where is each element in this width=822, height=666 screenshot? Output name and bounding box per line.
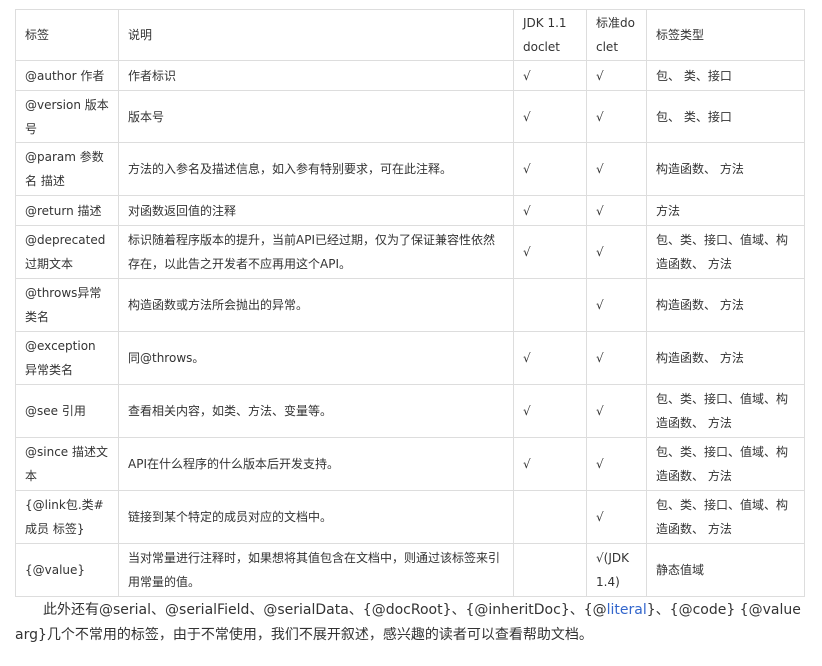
cell-jdk11: √: [513, 60, 587, 91]
header-cell-description: 说明: [118, 9, 514, 61]
cell-tag-type: 方法: [646, 195, 805, 226]
cell-tag: @deprecated 过期文本: [15, 225, 119, 279]
table-row: @since 描述文本 API在什么程序的什么版本后开发支持。 √ √ 包、类、接口、值…: [15, 437, 805, 491]
cell-description: 对函数返回值的注释: [118, 195, 514, 226]
cell-jdk11: √: [513, 142, 587, 196]
literal-link[interactable]: literal: [607, 602, 647, 618]
cell-standard: √: [586, 195, 647, 226]
cell-standard: √: [586, 142, 647, 196]
table-body: 标签 说明 JDK 1.1 doclet 标准doclet 标签类型 @author 作者…: [15, 9, 805, 597]
cell-jdk11: [513, 490, 587, 544]
table-row: @deprecated 过期文本 标识随着程序版本的提升，当前API已经过期，仅为…: [15, 225, 805, 279]
cell-tag: @since 描述文本: [15, 437, 119, 491]
cell-tag: @param 参数名 描述: [15, 142, 119, 196]
cell-description: 当对常量进行注释时，如果想将其值包含在文档中，则通过该标签来引用常量的值。: [118, 543, 514, 597]
table-row: {@value} 当对常量进行注释时，如果想将其值包含在文档中，则通过该标签来引用…: [15, 543, 805, 597]
cell-tag-type: 包、类、接口、值域、构造函数、 方法: [646, 490, 805, 544]
cell-description: 作者标识: [118, 60, 514, 91]
table-row: @version 版本号 版本号 √ √ 包、 类、接口: [15, 90, 805, 143]
footnote-paragraph: 此外还有@serial、@serialField、@serialData、{@d…: [15, 598, 805, 648]
cell-tag-type: 构造函数、 方法: [646, 142, 805, 196]
cell-tag: {@link包.类#成员 标签}: [15, 490, 119, 544]
cell-jdk11: [513, 543, 587, 597]
cell-jdk11: √: [513, 437, 587, 491]
cell-jdk11: √: [513, 384, 587, 438]
table-row: @author 作者 作者标识 √ √ 包、 类、接口: [15, 60, 805, 91]
table-row: {@link包.类#成员 标签} 链接到某个特定的成员对应的文档中。 √ 包、类、接口…: [15, 490, 805, 544]
cell-tag-type: 包、 类、接口: [646, 90, 805, 143]
cell-tag-type: 包、类、接口、值域、构造函数、 方法: [646, 225, 805, 279]
cell-tag: @return 描述: [15, 195, 119, 226]
table-row: @throws异常类名 构造函数或方法所会抛出的异常。 √ 构造函数、 方法: [15, 278, 805, 332]
cell-tag-type: 包、类、接口、值域、构造函数、 方法: [646, 384, 805, 438]
table-header-row: 标签 说明 JDK 1.1 doclet 标准doclet 标签类型: [15, 9, 805, 61]
cell-standard: √: [586, 278, 647, 332]
table-row: @see 引用 查看相关内容，如类、方法、变量等。 √ √ 包、类、接口、值域、构造函数…: [15, 384, 805, 438]
cell-tag: @author 作者: [15, 60, 119, 91]
cell-tag-type: 包、 类、接口: [646, 60, 805, 91]
cell-description: 同@throws。: [118, 331, 514, 385]
cell-description: 方法的入参名及描述信息，如入参有特别要求，可在此注释。: [118, 142, 514, 196]
cell-tag-type: 构造函数、 方法: [646, 331, 805, 385]
header-cell-tag-type: 标签类型: [646, 9, 805, 61]
cell-jdk11: √: [513, 195, 587, 226]
cell-tag: @exception 异常类名: [15, 331, 119, 385]
cell-standard: √: [586, 490, 647, 544]
header-cell-standard: 标准doclet: [586, 9, 647, 61]
table-row: @param 参数名 描述 方法的入参名及描述信息，如入参有特别要求，可在此注释。…: [15, 142, 805, 196]
paragraph-text-start: 此外还有@serial、@serialField、@serialData、{@d…: [43, 602, 607, 618]
cell-standard: √: [586, 225, 647, 279]
cell-standard: √(JDK 1.4): [586, 543, 647, 597]
cell-standard: √: [586, 437, 647, 491]
cell-jdk11: √: [513, 225, 587, 279]
cell-tag-type: 构造函数、 方法: [646, 278, 805, 332]
cell-standard: √: [586, 90, 647, 143]
cell-description: 构造函数或方法所会抛出的异常。: [118, 278, 514, 332]
cell-jdk11: √: [513, 331, 587, 385]
cell-standard: √: [586, 384, 647, 438]
cell-jdk11: [513, 278, 587, 332]
cell-description: 链接到某个特定的成员对应的文档中。: [118, 490, 514, 544]
cell-tag: @throws异常类名: [15, 278, 119, 332]
cell-tag: {@value}: [15, 543, 119, 597]
header-cell-tag: 标签: [15, 9, 119, 61]
cell-tag: @see 引用: [15, 384, 119, 438]
cell-description: 版本号: [118, 90, 514, 143]
table-row: @return 描述 对函数返回值的注释 √ √ 方法: [15, 195, 805, 226]
cell-tag-type: 包、类、接口、值域、构造函数、 方法: [646, 437, 805, 491]
table-row: @exception 异常类名 同@throws。 √ √ 构造函数、 方法: [15, 331, 805, 385]
cell-description: 查看相关内容，如类、方法、变量等。: [118, 384, 514, 438]
cell-jdk11: √: [513, 90, 587, 143]
header-cell-jdk11: JDK 1.1 doclet: [513, 9, 587, 61]
cell-standard: √: [586, 331, 647, 385]
cell-description: 标识随着程序版本的提升，当前API已经过期，仅为了保证兼容性依然存在，以此告之开…: [118, 225, 514, 279]
cell-standard: √: [586, 60, 647, 91]
cell-tag-type: 静态值域: [646, 543, 805, 597]
cell-tag: @version 版本号: [15, 90, 119, 143]
doclet-tag-table: 标签 说明 JDK 1.1 doclet 标准doclet 标签类型 @author 作者…: [15, 9, 805, 597]
cell-description: API在什么程序的什么版本后开发支持。: [118, 437, 514, 491]
